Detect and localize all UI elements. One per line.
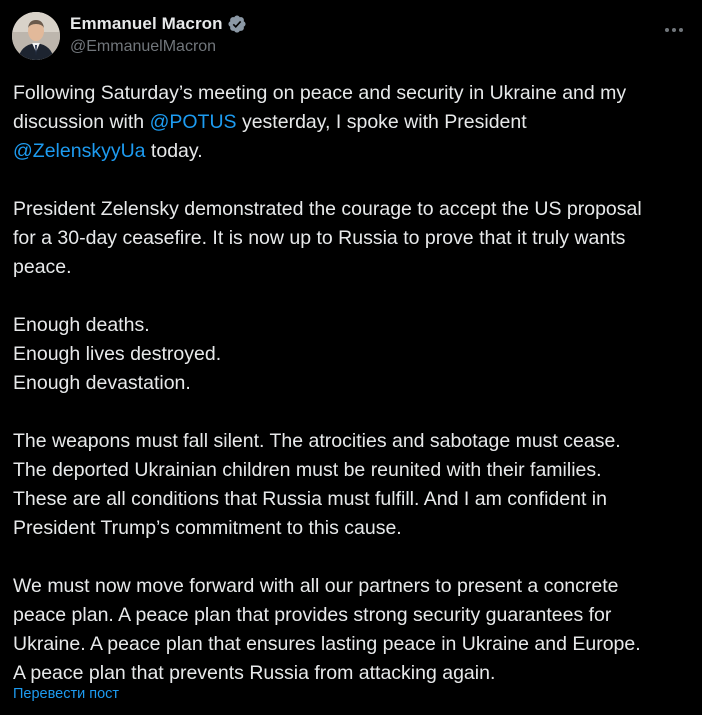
post-text-segment: yesterday, I spoke with President	[236, 111, 527, 133]
author-names: Emmanuel Macron @EmmanuelMacron	[70, 13, 247, 56]
post-line: President Zelensky demonstrated the cour…	[13, 195, 693, 224]
post-text-segment: Enough devastation.	[13, 372, 191, 394]
post-line: Enough deaths.	[13, 311, 693, 340]
avatar-image	[12, 12, 60, 60]
tweet-detail: Emmanuel Macron @EmmanuelMacron Followin…	[0, 0, 702, 715]
post-text-segment: for a 30-day ceasefire. It is now up to …	[13, 227, 626, 249]
post-text: Following Saturday’s meeting on peace an…	[13, 79, 693, 688]
mention-link[interactable]: @POTUS	[150, 111, 237, 133]
post-text-segment: peace.	[13, 256, 72, 278]
post-line: These are all conditions that Russia mus…	[13, 485, 693, 514]
translate-post-link[interactable]: Перевести пост	[13, 686, 119, 702]
post-text-segment: Following Saturday’s meeting on peace an…	[13, 82, 627, 104]
more-horizontal-icon[interactable]	[660, 16, 688, 44]
post-text-segment: A peace plan that prevents Russia from a…	[13, 662, 496, 684]
author-handle[interactable]: @EmmanuelMacron	[70, 38, 247, 56]
post-text-segment: Enough deaths.	[13, 314, 150, 336]
post-paragraph: The weapons must fall silent. The atroci…	[13, 427, 693, 543]
post-paragraph: Enough deaths. Enough lives destroyed. Eno…	[13, 311, 693, 398]
post-line: @ZelenskyyUa today.	[13, 137, 693, 166]
post-text-segment: President Zelensky demonstrated the cour…	[13, 198, 642, 220]
verified-badge-icon[interactable]	[227, 14, 247, 34]
avatar[interactable]	[12, 12, 60, 60]
post-paragraph: Following Saturday’s meeting on peace an…	[13, 79, 693, 166]
post-text-segment: The deported Ukrainian children must be …	[13, 459, 602, 481]
post-line: peace.	[13, 253, 693, 282]
post-line: Enough devastation.	[13, 369, 693, 398]
post-text-segment: today.	[145, 140, 203, 162]
post-paragraph: We must now move forward with all our pa…	[13, 572, 693, 688]
post-line: President Trump’s commitment to this cau…	[13, 514, 693, 543]
post-text-segment: peace plan. A peace plan that provides s…	[13, 604, 612, 626]
post-line: The deported Ukrainian children must be …	[13, 456, 693, 485]
post-line: The weapons must fall silent. The atroci…	[13, 427, 693, 456]
post-line: A peace plan that prevents Russia from a…	[13, 659, 693, 688]
post-line: We must now move forward with all our pa…	[13, 572, 693, 601]
post-line: Following Saturday’s meeting on peace an…	[13, 79, 693, 108]
post-line: Enough lives destroyed.	[13, 340, 693, 369]
post-line: discussion with @POTUS yesterday, I spok…	[13, 108, 693, 137]
post-text-segment: The weapons must fall silent. The atroci…	[13, 430, 621, 452]
post-paragraph: President Zelensky demonstrated the cour…	[13, 195, 693, 282]
post-text-segment: We must now move forward with all our pa…	[13, 575, 619, 597]
tweet-header: Emmanuel Macron @EmmanuelMacron	[12, 12, 690, 64]
post-line: for a 30-day ceasefire. It is now up to …	[13, 224, 693, 253]
post-text-segment: Enough lives destroyed.	[13, 343, 222, 365]
mention-link[interactable]: @ZelenskyyUa	[13, 140, 146, 162]
post-text-segment: discussion with	[13, 111, 150, 133]
post-text-segment: Ukraine. A peace plan that ensures lasti…	[13, 633, 641, 655]
post-line: Ukraine. A peace plan that ensures lasti…	[13, 630, 693, 659]
post-text-segment: These are all conditions that Russia mus…	[13, 488, 607, 510]
author-display-name[interactable]: Emmanuel Macron	[70, 14, 223, 34]
post-line: peace plan. A peace plan that provides s…	[13, 601, 693, 630]
post-text-segment: President Trump’s commitment to this cau…	[13, 517, 402, 539]
name-row: Emmanuel Macron	[70, 13, 247, 35]
